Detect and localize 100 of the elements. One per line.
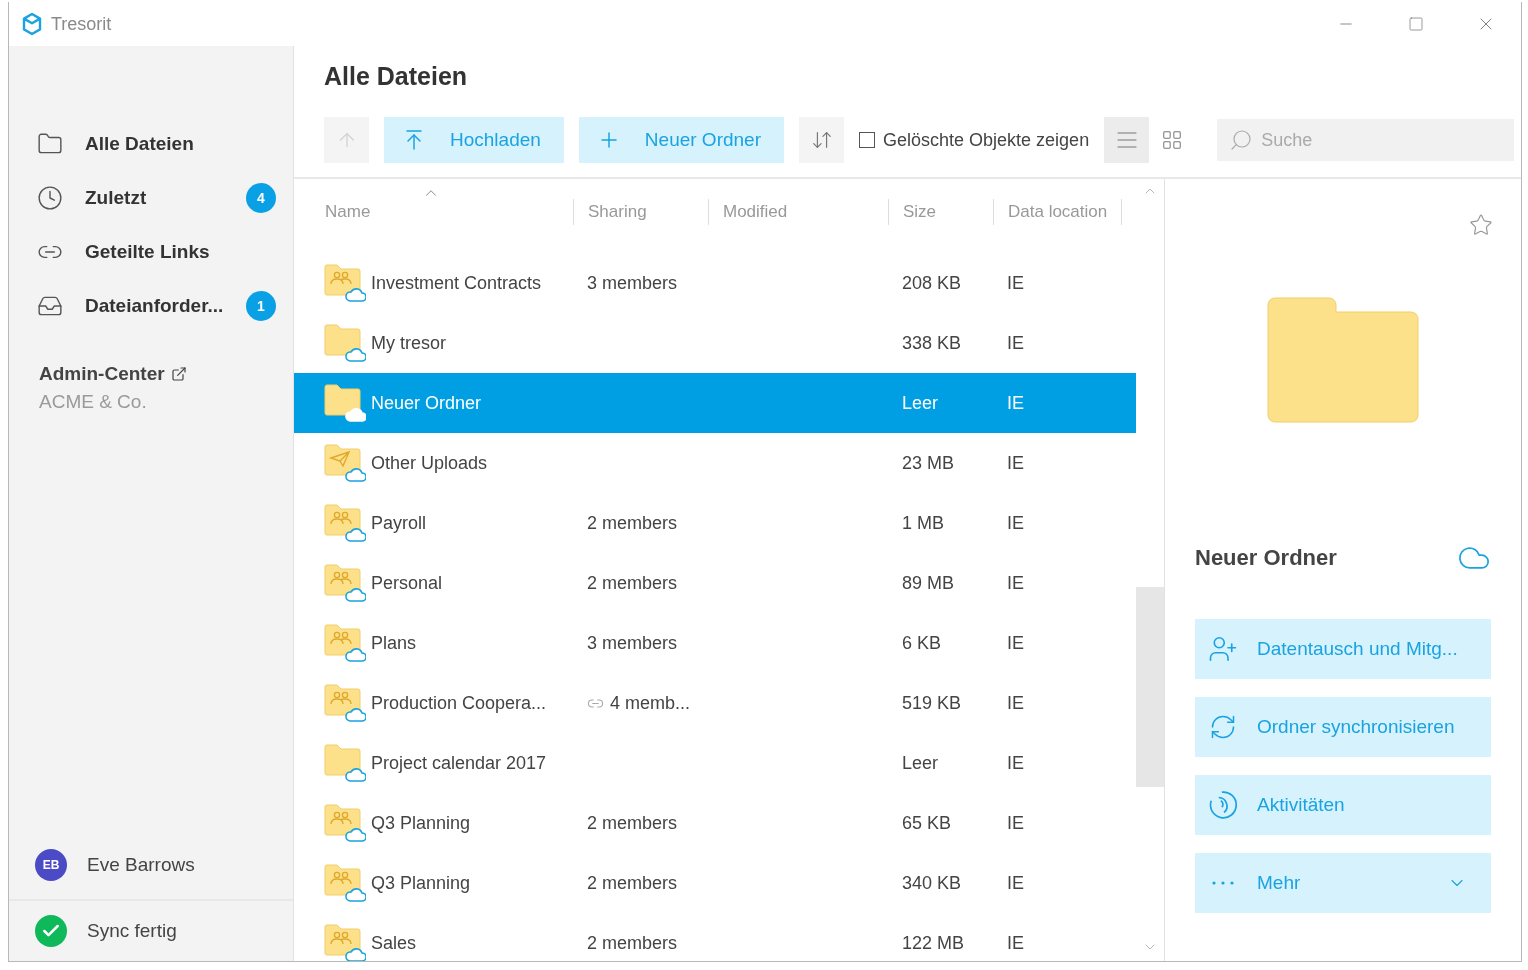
file-row[interactable]: Other Uploads 23 MB IE — [294, 433, 1136, 493]
file-row[interactable]: Personal 2 members 89 MB IE — [294, 553, 1136, 613]
file-row[interactable]: Plans 3 members 6 KB IE — [294, 613, 1136, 673]
grid-icon — [1160, 129, 1183, 151]
large-folder-icon — [1267, 297, 1419, 423]
file-name: Personal — [371, 572, 443, 594]
data-location: IE — [1007, 452, 1025, 474]
sharing-text: 3 members — [587, 272, 678, 294]
sort-icon — [810, 129, 833, 151]
file-row[interactable]: Q3 Planning 2 members 340 KB IE — [294, 853, 1136, 913]
folder-icon — [324, 323, 366, 363]
data-location: IE — [1007, 572, 1025, 594]
file-size: 519 KB — [902, 692, 963, 714]
file-name: Project calendar 2017 — [371, 752, 547, 774]
sidebar-item[interactable]: Alle Dateien — [9, 117, 293, 171]
folder-icon — [324, 263, 366, 303]
folder-icon — [324, 743, 366, 783]
sharing-text: 2 members — [587, 512, 678, 534]
file-row[interactable]: Q3 Planning 2 members 65 KB IE — [294, 793, 1136, 853]
folder-icon — [324, 683, 366, 723]
sync-status: Sync fertig — [87, 920, 177, 942]
star-icon[interactable] — [1469, 213, 1493, 237]
count-badge: 1 — [246, 291, 276, 321]
folder-icon — [324, 443, 366, 483]
file-size: 89 MB — [902, 572, 956, 594]
file-size: 122 MB — [902, 932, 966, 954]
external-link-icon — [170, 366, 187, 382]
list-view-button[interactable] — [1104, 117, 1150, 163]
data-location: IE — [1007, 392, 1025, 414]
file-name: Q3 Planning — [371, 812, 471, 834]
sync-icon — [1209, 713, 1237, 741]
sidebar-item[interactable]: Geteilte Links — [9, 225, 293, 279]
file-name: Neuer Ordner — [371, 392, 482, 414]
sidebar-item[interactable]: Dateianforder... 1 — [9, 279, 293, 333]
logo-icon — [21, 12, 43, 36]
data-location: IE — [1007, 752, 1025, 774]
file-size: 340 KB — [902, 872, 963, 894]
file-size: 208 KB — [902, 272, 963, 294]
user-avatar[interactable]: EB — [35, 849, 67, 881]
file-size: 6 KB — [902, 632, 943, 654]
folder-icon — [324, 503, 366, 543]
sharing-text: 3 members — [587, 632, 678, 654]
file-size: 65 KB — [902, 812, 953, 834]
scrollbar-thumb[interactable] — [1136, 587, 1164, 787]
clock-icon — [37, 185, 63, 211]
more-icon — [1212, 881, 1234, 885]
admin-center-link[interactable]: Admin-Center — [39, 363, 165, 385]
page-title: Alle Dateien — [323, 61, 469, 92]
activity-icon — [1208, 790, 1238, 820]
search-field[interactable]: Suche — [1217, 119, 1515, 161]
user-name: Eve Barrows — [87, 854, 195, 876]
file-size: Leer — [902, 392, 940, 414]
sharing-text: 2 members — [587, 932, 678, 954]
sharing-text: 2 members — [587, 572, 678, 594]
file-row[interactable]: My tresor 338 KB IE — [294, 313, 1136, 373]
file-name: Q3 Planning — [371, 872, 471, 894]
sharing-text: 2 members — [587, 812, 678, 834]
sharing-text: 4 memb... — [610, 692, 691, 714]
folder-icon — [324, 803, 366, 843]
file-name: Plans — [371, 632, 417, 654]
maximize-icon[interactable] — [1408, 16, 1424, 32]
data-location: IE — [1007, 812, 1025, 834]
window-title: Tresorit — [51, 13, 112, 35]
file-name: Production Coopera... — [371, 692, 547, 714]
file-size: 23 MB — [902, 452, 956, 474]
checkbox[interactable] — [859, 132, 875, 148]
folder-title: Neuer Ordner — [1195, 545, 1337, 571]
file-row[interactable]: Investment Contracts 3 members 208 KB IE — [294, 253, 1136, 313]
folder-icon — [324, 863, 366, 903]
sharing-text: 2 members — [587, 872, 678, 894]
file-name: Sales — [371, 932, 417, 954]
count-badge: 4 — [246, 183, 276, 213]
file-row[interactable]: Project calendar 2017 Leer IE — [294, 733, 1136, 793]
data-location: IE — [1007, 692, 1025, 714]
file-size: 338 KB — [902, 332, 963, 354]
file-name: My tresor — [371, 332, 446, 354]
add-person-icon — [1208, 634, 1238, 664]
file-row[interactable]: Production Coopera... 4 memb... 519 KB IE — [294, 673, 1136, 733]
check-icon — [35, 915, 67, 947]
folder-icon — [324, 623, 366, 663]
data-location: IE — [1007, 632, 1025, 654]
data-location: IE — [1007, 512, 1025, 534]
data-location: IE — [1007, 272, 1025, 294]
file-name: Investment Contracts — [371, 272, 542, 294]
file-size: 1 MB — [902, 512, 945, 534]
company-name: ACME & Co. — [39, 391, 148, 413]
sidebar-item[interactable]: Zuletzt 4 — [9, 171, 293, 225]
sort-button[interactable] — [799, 117, 844, 163]
show-deleted-checkbox[interactable]: Gelöschte Objekte zeigen — [859, 129, 1090, 151]
file-size: Leer — [902, 752, 940, 774]
folder-icon — [324, 383, 366, 423]
search-icon — [1229, 128, 1254, 152]
file-name: Other Uploads — [371, 452, 488, 474]
data-location: IE — [1007, 872, 1025, 894]
data-location: IE — [1007, 332, 1025, 354]
data-location: IE — [1007, 932, 1025, 954]
file-row[interactable]: Payroll 2 members 1 MB IE — [294, 493, 1136, 553]
file-name: Payroll — [371, 512, 427, 534]
folder-icon — [324, 563, 366, 603]
file-row[interactable]: Sales 2 members 122 MB IE — [294, 913, 1136, 961]
